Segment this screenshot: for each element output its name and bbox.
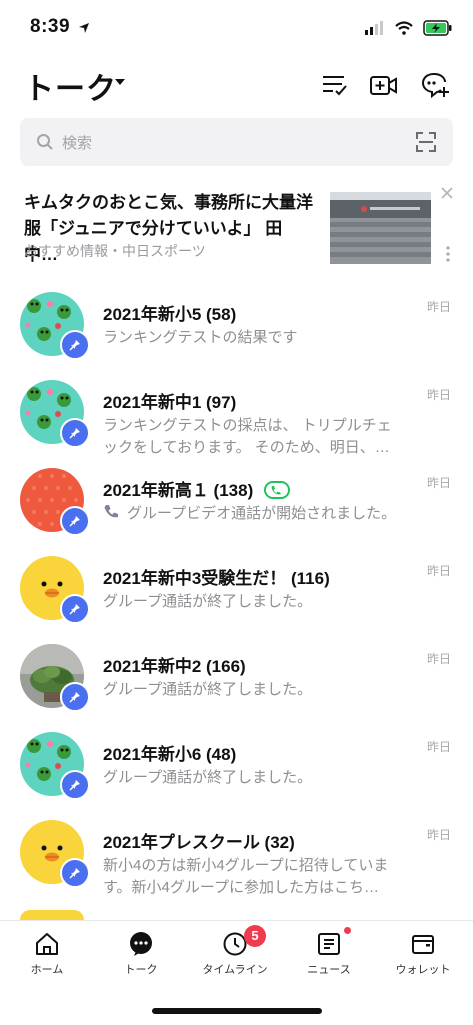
chat-time: 昨日 [426,388,451,402]
tab-home[interactable]: ホーム [0,921,94,991]
tab-talk-label: トーク [124,964,158,976]
news-card[interactable]: キムタクのおとこ気、事務所に大量洋服「ジュニアで分けていいよ」 田中… おすすめ… [0,180,473,272]
chat-message: 新小4の方は新小4グループに招待しています。新小4グループに参加した方はこち… [103,857,389,896]
pin-icon [69,692,80,703]
search-icon [37,134,53,150]
active-call-icon [263,481,290,499]
tab-news[interactable]: ニュース [282,921,376,991]
pin-badge [60,330,90,360]
chat-message: ランキングテストの採点は、 トリプルチェックをしております。 そのため、明日、… [103,417,392,456]
chat-row[interactable]: 2021年新高１ (138) グループビデオ通話が開始されました。 昨日 [0,464,473,552]
pin-icon [69,780,80,791]
chat-row[interactable]: 2021年新小6 (48) グループ通話が終了しました。 昨日 [0,728,473,816]
pin-icon [69,340,80,351]
chat-row[interactable]: 2021年新小5 (58) ランキングテストの結果です 昨日 [0,288,473,376]
chat-message: グループ通話が終了しました。 [103,681,313,698]
pin-icon [69,868,80,879]
status-time: 8:39 [30,16,71,37]
search-bar[interactable]: 検索 [20,118,453,166]
chat-message: ランキングテストの結果です [103,329,298,346]
tab-talk[interactable]: トーク [94,921,188,991]
chat-time: 昨日 [426,300,451,314]
news-icon [318,933,340,955]
video-call-add-icon[interactable] [368,70,398,100]
chat-row[interactable]: 2021年新中3受験生だ！ (116) グループ通話が終了しました。 昨日 [0,552,473,640]
pin-badge [60,858,90,888]
chat-name: 2021年新中3受験生だ！ (116) [103,569,330,588]
wifi-icon [395,21,413,35]
chat-name: 2021年新中1 (97) [103,393,237,412]
news-dot-badge [344,927,351,934]
building-photo [330,192,431,264]
chat-bubble-icon [130,932,152,956]
phone-icon [104,505,118,518]
search-input[interactable]: 検索 [62,132,92,153]
chat-time: 昨日 [426,476,451,490]
more-vertical-icon[interactable] [445,246,451,262]
page-title[interactable]: トーク [24,64,117,108]
home-indicator [152,1008,322,1014]
chat-name: 2021年新高１ (138) [103,476,290,501]
header: トーク [0,58,473,112]
timeline-badge: 5 [244,925,266,947]
chat-name: 2021年新小6 (48) [103,745,237,764]
chat-message: グループビデオ通話が開始されました。 [103,503,403,525]
tab-wallet-label: ウォレット [395,964,451,976]
sort-list-icon[interactable] [320,70,350,100]
chat-row[interactable]: 2021年新中2 (166) グループ通話が終了しました。 昨日 [0,640,473,728]
tab-timeline[interactable]: 5 タイムライン [188,921,282,991]
chat-time: 昨日 [426,828,451,842]
chat-name: 2021年新中2 (166) [103,657,246,676]
chat-time: 昨日 [426,564,451,578]
avatar-partial [20,910,84,920]
chat-time: 昨日 [426,652,451,666]
cellular-signal-icon [365,21,383,35]
battery-charging-icon [423,20,452,36]
status-icons [365,20,453,36]
pin-icon [69,604,80,615]
chat-message: グループ通話が終了しました。 [103,769,313,786]
news-source: おすすめ情報・中日スポーツ [24,243,206,259]
wallet-icon [412,935,434,954]
pin-badge [60,418,90,448]
news-thumbnail[interactable] [330,192,431,264]
chat-name-text: 2021年新高１ (138) [103,481,254,500]
pin-icon [69,516,80,527]
chat-row[interactable]: 2021年新中1 (97) ランキングテストの採点は、 トリプルチェックをしてお… [0,376,473,464]
location-arrow-icon [79,23,89,33]
pin-badge [60,594,90,624]
home-icon [36,933,58,955]
status-bar: 8:39 [0,0,473,58]
qr-scan-icon[interactable] [415,131,437,153]
pin-badge [60,506,90,536]
close-icon[interactable] [440,186,454,200]
new-chat-icon[interactable] [420,70,450,100]
chat-message: グループ通話が終了しました。 [103,593,313,610]
tab-home-label: ホーム [30,964,64,976]
chat-message-text: グループビデオ通話が開始されました。 [127,505,397,522]
chat-name: 2021年新小5 (58) [103,305,237,324]
tab-wallet[interactable]: ウォレット [376,921,470,991]
pin-icon [69,428,80,439]
chat-name: 2021年プレスクール (32) [103,833,295,852]
chat-time: 昨日 [426,740,451,754]
pin-badge [60,682,90,712]
chat-row[interactable]: 2021年プレスクール (32) 新小4の方は新小4グループに招待しています。新… [0,816,473,904]
tab-timeline-label: タイムライン [202,964,268,976]
pin-badge [60,770,90,800]
caret-down-icon[interactable] [114,78,126,86]
tab-news-label: ニュース [307,964,351,976]
